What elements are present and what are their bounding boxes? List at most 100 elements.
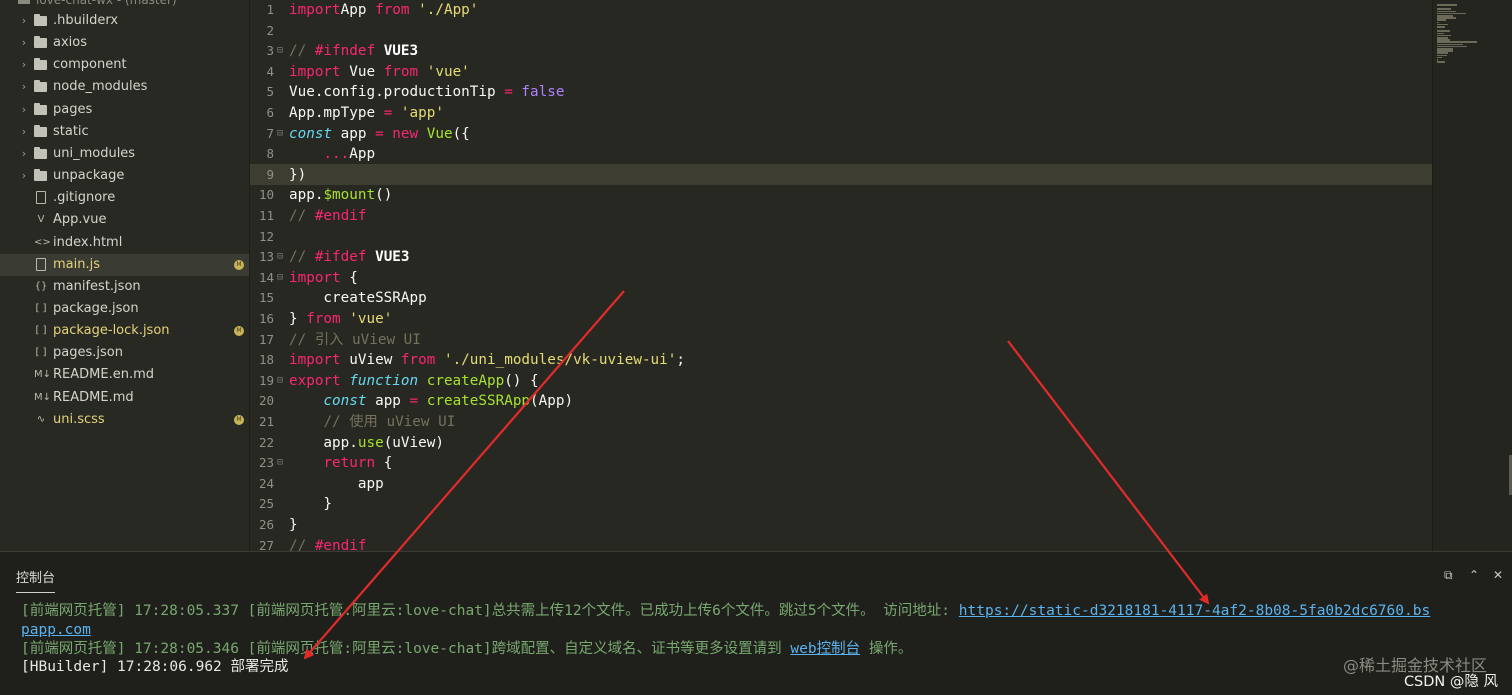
console-link[interactable]: https://static-d3218181-4117-4af2-8b08-5… xyxy=(959,603,1430,619)
code-line[interactable]: 11 // #endif xyxy=(250,206,1432,227)
code-token: Vue xyxy=(340,63,384,80)
console-link[interactable]: web控制台 xyxy=(790,641,860,657)
fold-toggle-icon[interactable]: ⊟ xyxy=(277,453,283,474)
code-line[interactable]: 21 // 使用 uView UI xyxy=(250,412,1432,433)
line-number: 7 xyxy=(266,125,274,141)
fold-toggle-icon[interactable]: ⊟ xyxy=(277,268,283,289)
code-line[interactable]: 4 import Vue from 'vue' xyxy=(250,62,1432,83)
tree-item-index-html[interactable]: <> index.html xyxy=(0,232,249,254)
line-number: 12 xyxy=(258,228,274,244)
tree-item-manifest-json[interactable]: {} manifest.json xyxy=(0,276,249,298)
code-line[interactable]: 15 createSSRApp xyxy=(250,288,1432,309)
chevron-up-icon[interactable]: ⌃ xyxy=(1469,568,1479,582)
tree-item-package-json[interactable]: [ ] package.json xyxy=(0,298,249,320)
code-token: } xyxy=(289,496,333,513)
tree-item-app-vue[interactable]: V App.vue xyxy=(0,209,249,231)
chevron-right-icon[interactable]: › xyxy=(19,32,29,54)
code-line[interactable]: 18 import uView from './uni_modules/vk-uv… xyxy=(250,350,1432,371)
tree-item-gitignore[interactable]: .gitignore xyxy=(0,187,249,209)
code-line[interactable]: 9}) xyxy=(250,165,1432,186)
code-token: function xyxy=(340,372,419,389)
code-token: #ifdef xyxy=(314,249,367,266)
tree-item-label: unpackage xyxy=(53,168,125,184)
code-line[interactable]: 7 ⊟ const app = new Vue({ xyxy=(250,124,1432,145)
code-line[interactable]: 3 ⊟ // #ifndef VUE3 xyxy=(250,41,1432,62)
code-token: App xyxy=(340,2,376,18)
minimap[interactable] xyxy=(1432,0,1512,551)
tree-item-pages-json[interactable]: [ ] pages.json xyxy=(0,342,249,364)
folder-icon xyxy=(34,14,47,26)
code-line[interactable]: 5 Vue.config.productionTip = false xyxy=(250,82,1432,103)
code-text: // 使用 uView UI xyxy=(289,412,455,433)
tree-item-uni-scss[interactable]: ∿ uni.scss M xyxy=(0,409,249,431)
code-line[interactable]: 2 xyxy=(250,21,1432,42)
tree-item-component[interactable]: › component xyxy=(0,54,249,76)
tree-item-axios[interactable]: › axios xyxy=(0,32,249,54)
code-line[interactable]: 12 xyxy=(250,227,1432,248)
chevron-right-icon[interactable]: › xyxy=(19,54,29,76)
code-line[interactable]: 16} from 'vue' xyxy=(250,309,1432,330)
tree-item-readme-md[interactable]: M↓ README.md xyxy=(0,387,249,409)
tree-item-hbuilderx[interactable]: › .hbuilderx xyxy=(0,10,249,32)
chevron-right-icon[interactable]: › xyxy=(19,76,29,98)
fold-toggle-icon[interactable]: ⊟ xyxy=(277,41,283,62)
line-number: 8 xyxy=(266,146,274,162)
code-line[interactable]: 10 app.$mount() xyxy=(250,185,1432,206)
code-text: // #endif xyxy=(289,206,366,227)
code-line[interactable]: 19 ⊟ export function createApp() { xyxy=(250,371,1432,392)
code-token: app xyxy=(366,393,410,410)
tree-item-pages[interactable]: › pages xyxy=(0,99,249,121)
json-file-icon: [ ] xyxy=(35,325,47,337)
code-line[interactable]: 27 // #endif xyxy=(250,536,1432,551)
file-icon xyxy=(36,257,46,271)
code-token: $mount xyxy=(323,187,376,204)
code-line[interactable]: 1 importApp from './App' xyxy=(250,0,1432,21)
close-icon[interactable]: ✕ xyxy=(1493,568,1503,582)
tree-item-uni-modules[interactable]: › uni_modules xyxy=(0,143,249,165)
code-line[interactable]: 17 // 引入 uView UI xyxy=(250,330,1432,351)
tree-item-unpackage[interactable]: › unpackage xyxy=(0,165,249,187)
code-line[interactable]: 24 app xyxy=(250,474,1432,495)
tree-item-static[interactable]: › static xyxy=(0,121,249,143)
code-line[interactable]: 22 app.use(uView) xyxy=(250,433,1432,454)
project-title: love-chat-wx - (master) xyxy=(36,0,177,7)
fold-toggle-icon[interactable]: ⊟ xyxy=(277,124,283,145)
fold-toggle-icon[interactable]: ⊟ xyxy=(277,247,283,268)
chevron-right-icon[interactable]: › xyxy=(19,121,29,143)
code-line[interactable]: 23 ⊟ return { xyxy=(250,453,1432,474)
tree-item-label: axios xyxy=(53,35,87,51)
code-line[interactable]: 6 App.mpType = 'app' xyxy=(250,103,1432,124)
chevron-right-icon[interactable]: › xyxy=(19,10,29,32)
code-token: 'vue' xyxy=(340,311,393,327)
code-line[interactable]: 8 ...App xyxy=(250,144,1432,165)
fold-toggle-icon[interactable]: ⊟ xyxy=(277,371,283,392)
project-root[interactable]: love-chat-wx - (master) xyxy=(0,0,249,10)
code-line[interactable]: 26} xyxy=(250,515,1432,536)
line-number: 16 xyxy=(258,311,274,326)
clear-console-icon[interactable]: ⧉ xyxy=(1444,568,1453,583)
code-editor[interactable]: 1 importApp from './App' 2 3 ⊟// #ifndef VUE… xyxy=(250,0,1432,551)
code-line[interactable]: 14 ⊟ import { xyxy=(250,268,1432,289)
code-token: VUE3 xyxy=(375,43,419,60)
code-token: Vue.config.productionTip xyxy=(289,84,505,101)
chevron-right-icon[interactable]: › xyxy=(19,99,29,121)
code-text: app.$mount() xyxy=(289,185,392,206)
code-line[interactable]: 13 ⊟ // #ifdef VUE3 xyxy=(250,247,1432,268)
code-token: uView xyxy=(340,352,401,369)
code-line[interactable]: 25 } xyxy=(250,494,1432,515)
chevron-right-icon[interactable]: › xyxy=(19,165,29,187)
code-text: const app = createSSRApp(App) xyxy=(289,391,573,412)
console-link[interactable]: papp.com xyxy=(21,622,91,638)
tree-item-package-lock-json[interactable]: [ ] package-lock.json M xyxy=(0,320,249,342)
tree-item-label: static xyxy=(53,123,89,139)
tree-item-main-js[interactable]: main.js M xyxy=(0,253,249,276)
scss-file-icon: ∿ xyxy=(36,413,46,425)
code-text: export function createApp() { xyxy=(289,371,539,392)
code-line[interactable]: 20 const app = createSSRApp(App) xyxy=(250,391,1432,412)
code-token: ... xyxy=(323,146,350,163)
tab-console[interactable]: 控制台 xyxy=(16,567,56,593)
tree-item-node-modules[interactable]: › node_modules xyxy=(0,76,249,98)
tree-item-readme-en-md[interactable]: M↓ README.en.md xyxy=(0,364,249,386)
chevron-right-icon[interactable]: › xyxy=(19,143,29,165)
